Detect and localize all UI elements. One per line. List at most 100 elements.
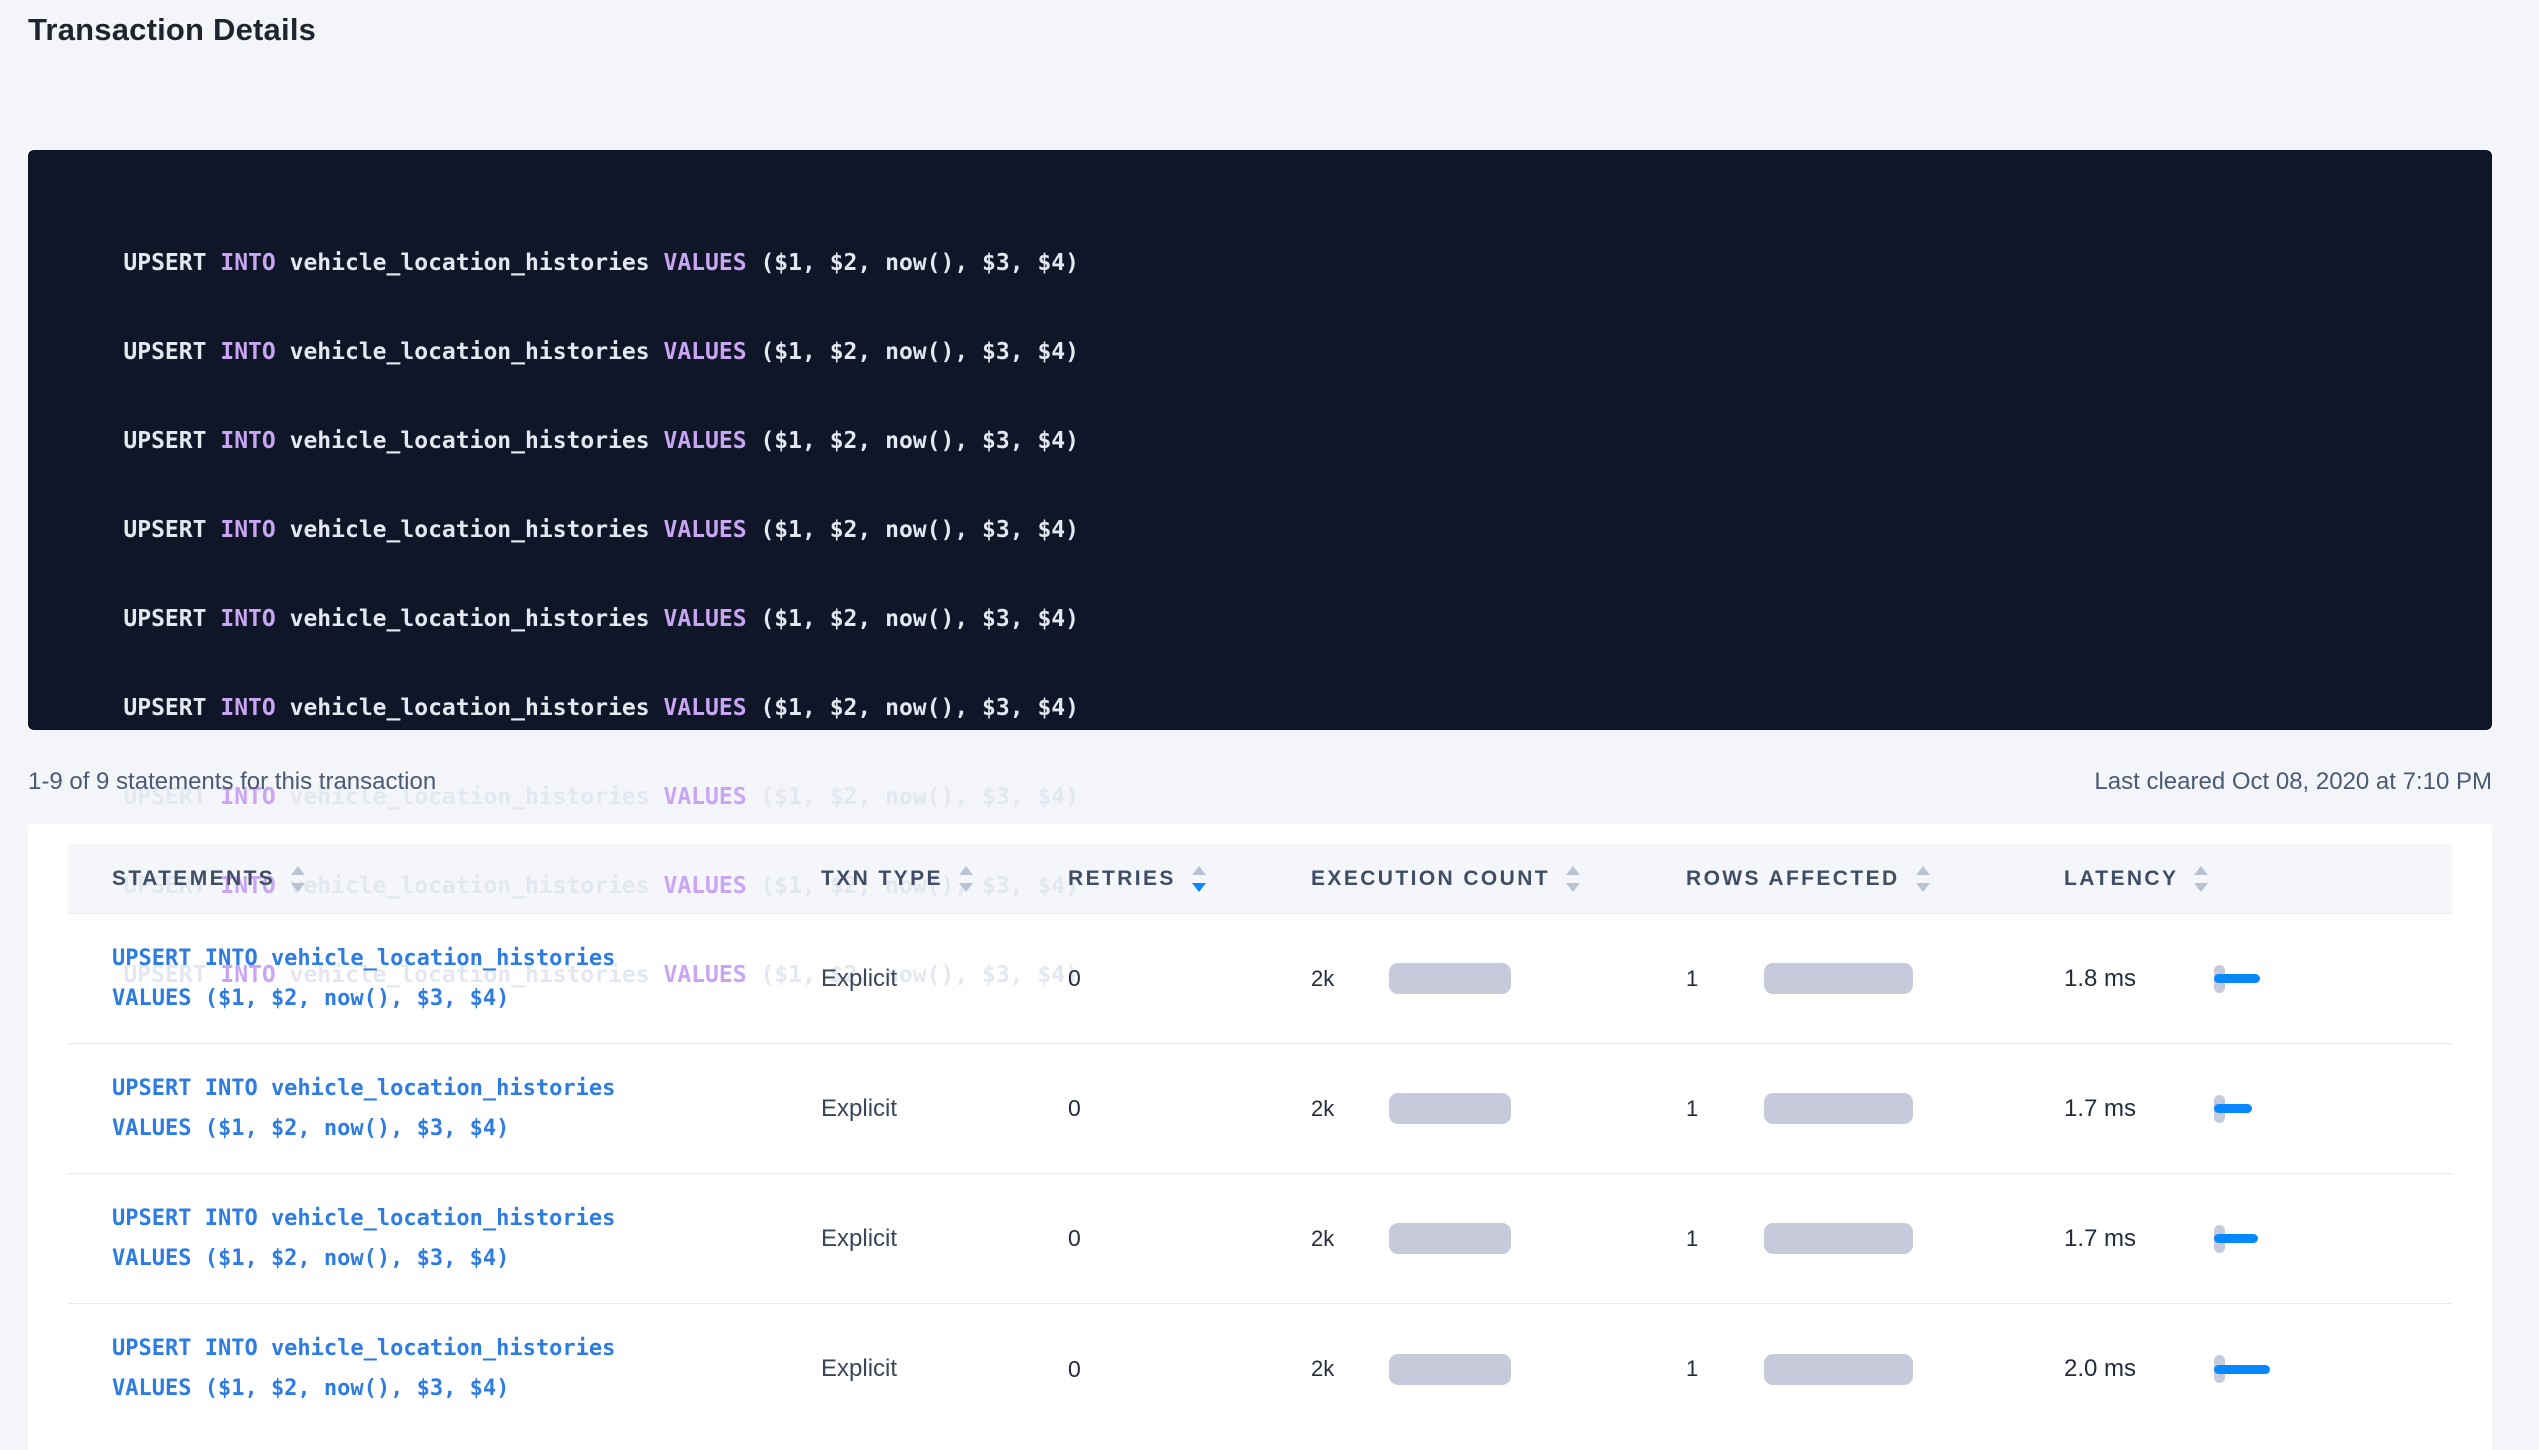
sort-asc-icon[interactable] bbox=[2194, 866, 2208, 875]
sort-asc-icon[interactable] bbox=[291, 866, 305, 875]
retries-cell: 0 bbox=[1068, 965, 1311, 992]
execution-count-value: 2k bbox=[1311, 1096, 1389, 1122]
transaction-details-page: Transaction Details UPSERT INTO vehicle_… bbox=[0, 0, 2539, 1450]
latency-bar bbox=[2214, 1365, 2270, 1374]
txn-type-cell: Explicit bbox=[821, 1225, 1068, 1253]
rows-affected-cell: 1 bbox=[1686, 963, 2064, 994]
table-row: UPSERT INTO vehicle_location_histories V… bbox=[68, 1174, 2452, 1304]
column-header-execution-count[interactable]: EXECUTION COUNT bbox=[1311, 866, 1686, 892]
sort-icons[interactable] bbox=[1916, 866, 1930, 892]
statement-link[interactable]: UPSERT INTO vehicle_location_histories bbox=[112, 1199, 821, 1239]
latency-bar bbox=[2214, 1234, 2258, 1243]
statement-cell: UPSERT INTO vehicle_location_histories V… bbox=[68, 1069, 821, 1149]
rows-affected-value: 1 bbox=[1686, 1356, 1764, 1382]
sql-code-line: UPSERT INTO vehicle_location_histories V… bbox=[123, 250, 1079, 276]
sql-code-line: UPSERT INTO vehicle_location_histories V… bbox=[123, 606, 1079, 632]
sort-desc-icon[interactable] bbox=[959, 883, 973, 892]
latency-cell: 1.7 ms bbox=[2064, 1221, 2452, 1257]
sql-code-line: UPSERT INTO vehicle_location_histories V… bbox=[123, 517, 1079, 543]
execution-count-value: 2k bbox=[1311, 1226, 1389, 1252]
sql-code-line: UPSERT INTO vehicle_location_histories V… bbox=[123, 428, 1079, 454]
statements-table-card: STATEMENTS TXN TYPE RETRIES bbox=[28, 824, 2492, 1450]
sort-desc-icon[interactable] bbox=[2194, 883, 2208, 892]
table-row: UPSERT INTO vehicle_location_histories V… bbox=[68, 1044, 2452, 1174]
execution-count-bar bbox=[1389, 963, 1511, 994]
column-label: LATENCY bbox=[2064, 867, 2178, 891]
statement-cell: UPSERT INTO vehicle_location_histories V… bbox=[68, 1329, 821, 1409]
column-label: STATEMENTS bbox=[112, 867, 275, 891]
txn-type-cell: Explicit bbox=[821, 965, 1068, 993]
sort-icons[interactable] bbox=[1566, 866, 1580, 892]
statements-count-text: 1-9 of 9 statements for this transaction bbox=[28, 768, 436, 796]
last-cleared-text: Last cleared Oct 08, 2020 at 7:10 PM bbox=[2094, 768, 2492, 796]
execution-count-cell: 2k bbox=[1311, 1093, 1686, 1124]
statement-link[interactable]: VALUES ($1, $2, now(), $3, $4) bbox=[112, 1109, 821, 1149]
column-header-rows-affected[interactable]: ROWS AFFECTED bbox=[1686, 866, 2064, 892]
rows-affected-value: 1 bbox=[1686, 966, 1764, 992]
latency-bar-chart bbox=[2214, 1091, 2294, 1127]
execution-count-bar bbox=[1389, 1223, 1511, 1254]
sort-asc-icon[interactable] bbox=[959, 866, 973, 875]
sort-asc-icon[interactable] bbox=[1916, 866, 1930, 875]
sort-icons[interactable] bbox=[1192, 866, 1206, 892]
sort-desc-icon[interactable] bbox=[1916, 883, 1930, 892]
sort-asc-icon[interactable] bbox=[1192, 866, 1206, 875]
txn-type-cell: Explicit bbox=[821, 1355, 1068, 1383]
rows-affected-value: 1 bbox=[1686, 1226, 1764, 1252]
txn-type-cell: Explicit bbox=[821, 1095, 1068, 1123]
execution-count-cell: 2k bbox=[1311, 1354, 1686, 1385]
statements-summary-row: 1-9 of 9 statements for this transaction… bbox=[28, 768, 2492, 796]
sql-statements-box: UPSERT INTO vehicle_location_histories V… bbox=[28, 150, 2492, 730]
column-header-latency[interactable]: LATENCY bbox=[2064, 866, 2452, 892]
latency-bar bbox=[2214, 1104, 2252, 1113]
statement-cell: UPSERT INTO vehicle_location_histories V… bbox=[68, 939, 821, 1019]
sort-icons[interactable] bbox=[291, 866, 305, 892]
execution-count-bar bbox=[1389, 1093, 1511, 1124]
retries-cell: 0 bbox=[1068, 1095, 1311, 1122]
latency-value: 1.8 ms bbox=[2064, 965, 2214, 993]
retries-cell: 0 bbox=[1068, 1225, 1311, 1252]
latency-cell: 2.0 ms bbox=[2064, 1351, 2452, 1387]
column-label: ROWS AFFECTED bbox=[1686, 867, 1900, 891]
statement-link[interactable]: VALUES ($1, $2, now(), $3, $4) bbox=[112, 979, 821, 1019]
latency-bar-chart bbox=[2214, 1351, 2294, 1387]
column-label: EXECUTION COUNT bbox=[1311, 867, 1550, 891]
column-label: RETRIES bbox=[1068, 867, 1176, 891]
statement-link[interactable]: UPSERT INTO vehicle_location_histories bbox=[112, 1329, 821, 1369]
execution-count-bar bbox=[1389, 1354, 1511, 1385]
column-header-statements[interactable]: STATEMENTS bbox=[68, 866, 821, 892]
latency-value: 1.7 ms bbox=[2064, 1095, 2214, 1123]
latency-value: 1.7 ms bbox=[2064, 1225, 2214, 1253]
latency-bar-chart bbox=[2214, 1221, 2294, 1257]
latency-bar-chart bbox=[2214, 961, 2294, 997]
execution-count-value: 2k bbox=[1311, 966, 1389, 992]
execution-count-cell: 2k bbox=[1311, 1223, 1686, 1254]
statement-cell: UPSERT INTO vehicle_location_histories V… bbox=[68, 1199, 821, 1279]
retries-cell: 0 bbox=[1068, 1356, 1311, 1383]
statement-link[interactable]: UPSERT INTO vehicle_location_histories bbox=[112, 1069, 821, 1109]
sort-desc-icon[interactable] bbox=[1566, 883, 1580, 892]
rows-affected-value: 1 bbox=[1686, 1096, 1764, 1122]
rows-affected-bar bbox=[1764, 1354, 1913, 1385]
latency-bar bbox=[2214, 974, 2260, 983]
column-header-retries[interactable]: RETRIES bbox=[1068, 866, 1311, 892]
sort-asc-icon[interactable] bbox=[1566, 866, 1580, 875]
sort-desc-icon[interactable] bbox=[291, 883, 305, 892]
rows-affected-cell: 1 bbox=[1686, 1223, 2064, 1254]
statement-link[interactable]: VALUES ($1, $2, now(), $3, $4) bbox=[112, 1369, 821, 1409]
table-row: UPSERT INTO vehicle_location_histories V… bbox=[68, 1304, 2452, 1434]
rows-affected-bar bbox=[1764, 1223, 1913, 1254]
rows-affected-bar bbox=[1764, 963, 1913, 994]
statement-link[interactable]: VALUES ($1, $2, now(), $3, $4) bbox=[112, 1239, 821, 1279]
latency-value: 2.0 ms bbox=[2064, 1355, 2214, 1383]
latency-cell: 1.8 ms bbox=[2064, 961, 2452, 997]
sort-icons[interactable] bbox=[2194, 866, 2208, 892]
sort-icons[interactable] bbox=[959, 866, 973, 892]
statement-link[interactable]: UPSERT INTO vehicle_location_histories bbox=[112, 939, 821, 979]
column-header-txn-type[interactable]: TXN TYPE bbox=[821, 866, 1068, 892]
page-title: Transaction Details bbox=[28, 12, 2511, 58]
sql-code-line: UPSERT INTO vehicle_location_histories V… bbox=[123, 339, 1079, 365]
sort-desc-icon[interactable] bbox=[1192, 883, 1206, 892]
latency-cell: 1.7 ms bbox=[2064, 1091, 2452, 1127]
rows-affected-cell: 1 bbox=[1686, 1354, 2064, 1385]
